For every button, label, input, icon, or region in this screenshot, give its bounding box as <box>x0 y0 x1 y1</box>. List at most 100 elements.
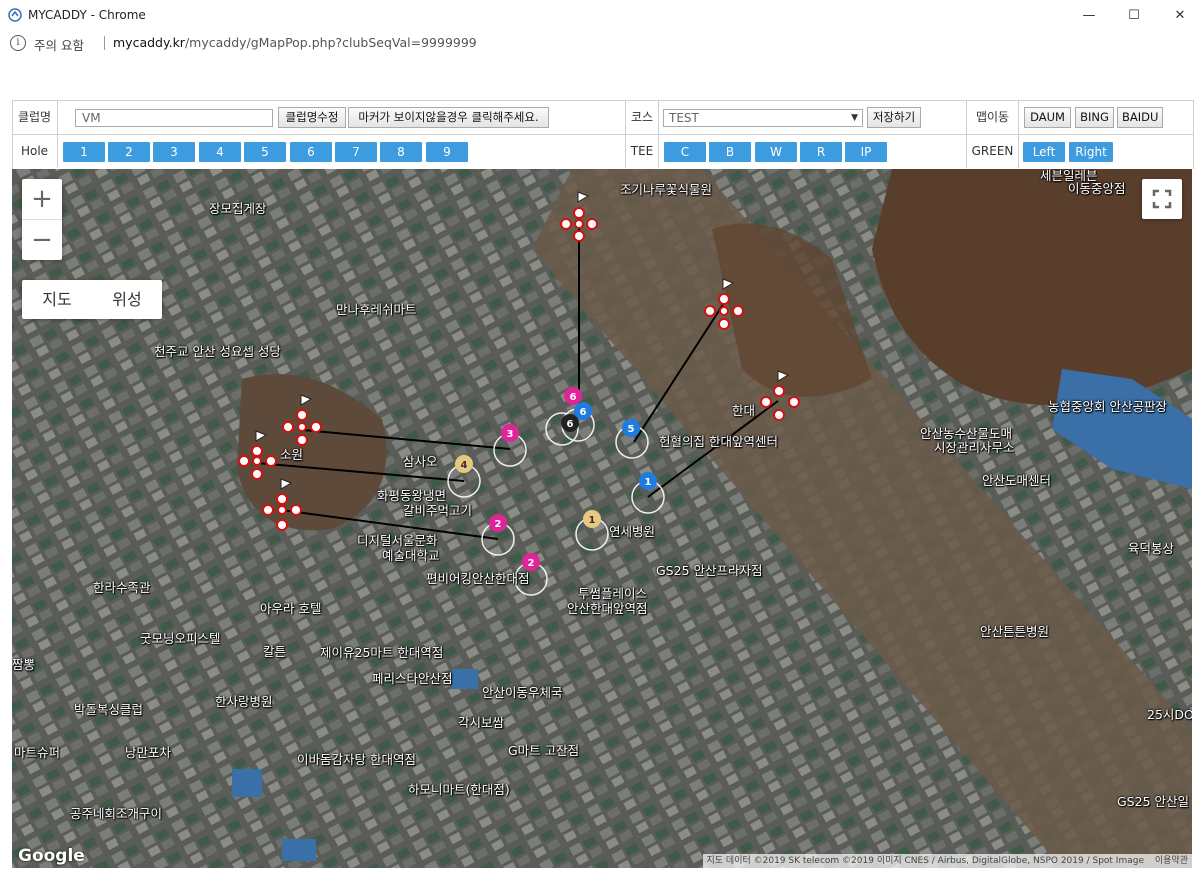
divider <box>658 101 659 134</box>
svg-text:6: 6 <box>567 419 574 430</box>
hole-button-2[interactable]: 2 <box>108 142 150 162</box>
toolbar-row-1: 클럽명 클럽명수정 마커가 보이지않을경우 클릭해주세요. 코스 TEST ▼ 저… <box>13 101 1193 135</box>
map-place-label[interactable]: 제이유25마트 한대역점 <box>320 642 443 661</box>
security-warning[interactable]: 주의 요함 <box>34 35 84 54</box>
tee-button-w[interactable]: W <box>755 142 797 162</box>
course-select[interactable]: TEST ▼ <box>663 109 863 127</box>
map-place-label[interactable]: 한대 <box>732 400 755 419</box>
chevron-down-icon: ▼ <box>851 113 858 123</box>
map-attribution: 지도 데이터 ©2019 SK telecom ©2019 이미지 CNES /… <box>702 854 1192 868</box>
baidu-button[interactable]: BAIDU <box>1117 107 1163 128</box>
map-place-label[interactable]: 각시보쌈 <box>458 712 504 731</box>
map-place-label[interactable]: 농협중앙회 안산공판장 <box>1048 396 1167 415</box>
zoom-in-button[interactable]: + <box>22 179 62 220</box>
url-path: /mycaddy/gMapPop.php?clubSeqVal=9999999 <box>184 35 477 50</box>
terms-link[interactable]: 이용약관 <box>1155 856 1188 866</box>
tee-button-b[interactable]: B <box>709 142 751 162</box>
map-place-label[interactable]: 갈비주먹고기 <box>403 500 472 519</box>
tee-button-r[interactable]: R <box>800 142 842 162</box>
map-place-label[interactable]: 편비어킹안산한대점 <box>426 568 530 587</box>
window-titlebar: MYCADDY - Chrome — ☐ ✕ <box>0 0 1204 32</box>
info-icon[interactable]: i <box>10 35 26 51</box>
hole-pin: 1 <box>583 510 601 528</box>
map-place-label[interactable]: 안산한대앞역점 <box>567 598 648 617</box>
close-button[interactable]: ✕ <box>1157 0 1203 31</box>
edit-club-button[interactable]: 클럽명수정 <box>278 107 346 128</box>
svg-text:3: 3 <box>507 429 514 440</box>
map-type-satellite-button[interactable]: 위성 <box>92 280 162 319</box>
green-label: GREEN <box>971 144 1014 158</box>
hole-pin: 4 <box>455 455 473 473</box>
tee-button-c[interactable]: C <box>664 142 706 162</box>
map-place-label[interactable]: 박돌복싱클럽 <box>74 699 143 718</box>
map-place-label[interactable]: 한라수족관 <box>93 577 151 596</box>
green-right-button[interactable]: Right <box>1069 142 1113 162</box>
map-type-map-button[interactable]: 지도 <box>22 280 92 319</box>
divider <box>57 101 58 134</box>
address-bar[interactable]: i 주의 요함 mycaddy.kr/mycaddy/gMapPop.php?c… <box>0 31 1204 57</box>
maximize-button[interactable]: ☐ <box>1111 0 1157 31</box>
hole-button-9[interactable]: 9 <box>426 142 468 162</box>
map-place-label[interactable]: 이바돔감자탕 한대역점 <box>297 749 416 768</box>
map-place-label[interactable]: 공주네회조개구이 <box>70 803 162 822</box>
tee-label: TEE <box>630 144 654 158</box>
address-separator <box>104 36 105 50</box>
marker-help-button[interactable]: 마커가 보이지않을경우 클릭해주세요. <box>348 107 549 128</box>
hole-button-6[interactable]: 6 <box>290 142 332 162</box>
zoom-control: + − <box>22 179 62 260</box>
map-place-label[interactable]: 하모니마트(한대점) <box>408 779 510 798</box>
url-text[interactable]: mycaddy.kr/mycaddy/gMapPop.php?clubSeqVa… <box>113 35 477 50</box>
hole-button-5[interactable]: 5 <box>244 142 286 162</box>
map-place-label[interactable]: 조기나루꽃식물원 <box>620 179 712 198</box>
map-place-label[interactable]: 천주교 안산 성요셉 성당 <box>154 341 281 360</box>
club-label: 클럽명 <box>17 110 52 124</box>
bing-button[interactable]: BING <box>1075 107 1114 128</box>
hole-button-3[interactable]: 3 <box>153 142 195 162</box>
map-place-label[interactable]: 만나후레쉬마트 <box>336 299 417 318</box>
map-place-label[interactable]: 아우라 호텔 <box>260 598 321 617</box>
map-place-label[interactable]: 굿모닝오피스텔 <box>140 628 221 647</box>
svg-text:6: 6 <box>580 407 587 418</box>
map-place-label[interactable]: 25시DO <box>1147 704 1192 723</box>
daum-button[interactable]: DAUM <box>1024 107 1071 128</box>
map-place-label[interactable]: 헌혈의집 한대앞역센터 <box>659 431 778 450</box>
hole-button-4[interactable]: 4 <box>199 142 241 162</box>
attribution-text[interactable]: 지도 데이터 ©2019 SK telecom ©2019 이미지 CNES /… <box>707 856 1145 866</box>
map-place-label[interactable]: GS25 안산일 <box>1117 791 1189 810</box>
green-left-button[interactable]: Left <box>1023 142 1065 162</box>
map-place-label[interactable]: GS25 안산프라자점 <box>656 560 763 579</box>
map-place-label[interactable]: 이동중앙점 <box>1068 178 1126 197</box>
map-place-label[interactable]: 소원 <box>280 444 303 463</box>
toolbar-row-2: Hole 1 2 3 4 5 6 7 8 9 TEE C B W R IP GR… <box>13 135 1193 168</box>
map-place-label[interactable]: 장모집게장 <box>209 198 267 217</box>
minimize-button[interactable]: — <box>1066 0 1112 31</box>
club-name-input[interactable] <box>75 109 273 127</box>
zoom-out-button[interactable]: − <box>22 220 62 260</box>
map-place-label[interactable]: 시장관리사무소 <box>934 437 1015 456</box>
hole-button-8[interactable]: 8 <box>380 142 422 162</box>
map-place-label[interactable]: 삼사오 <box>403 451 438 470</box>
map-place-label[interactable]: 한사랑병원 <box>215 691 273 710</box>
map-place-label[interactable]: G마트 고잔점 <box>508 740 579 759</box>
map-place-label[interactable]: 안산도매센터 <box>982 470 1051 489</box>
hole-button-7[interactable]: 7 <box>335 142 377 162</box>
hole-button-1[interactable]: 1 <box>63 142 105 162</box>
map-place-label[interactable]: 예술대학교 <box>382 545 440 564</box>
divider <box>57 135 58 168</box>
fullscreen-button[interactable] <box>1142 179 1182 219</box>
map-place-label[interactable]: 낭만포차 <box>125 742 171 761</box>
map-place-label[interactable]: 칼튼 <box>263 641 286 660</box>
save-button[interactable]: 저장하기 <box>867 107 921 128</box>
tee-button-ip[interactable]: IP <box>845 142 887 162</box>
map-place-label[interactable]: 육덕봉상 <box>1128 538 1174 557</box>
map-place-label[interactable]: 안산튼튼병원 <box>980 621 1049 640</box>
google-logo[interactable]: Google <box>18 846 85 866</box>
satellite-map[interactable]: 1 2 3 4 5 6 1 2 6 6 조기나루꽃식물원 장모집게장 만나후레쉬… <box>12 169 1192 868</box>
map-place-label[interactable]: 마트슈퍼 <box>14 742 60 761</box>
map-place-label[interactable]: 연세병원 <box>609 521 655 540</box>
map-place-label[interactable]: 페리스타안산점 <box>372 668 453 687</box>
map-place-label[interactable]: 안산이동우체국 <box>482 682 563 701</box>
svg-text:5: 5 <box>628 424 635 435</box>
divider <box>1018 135 1019 168</box>
map-place-label[interactable]: 짬뽕 <box>12 654 35 673</box>
